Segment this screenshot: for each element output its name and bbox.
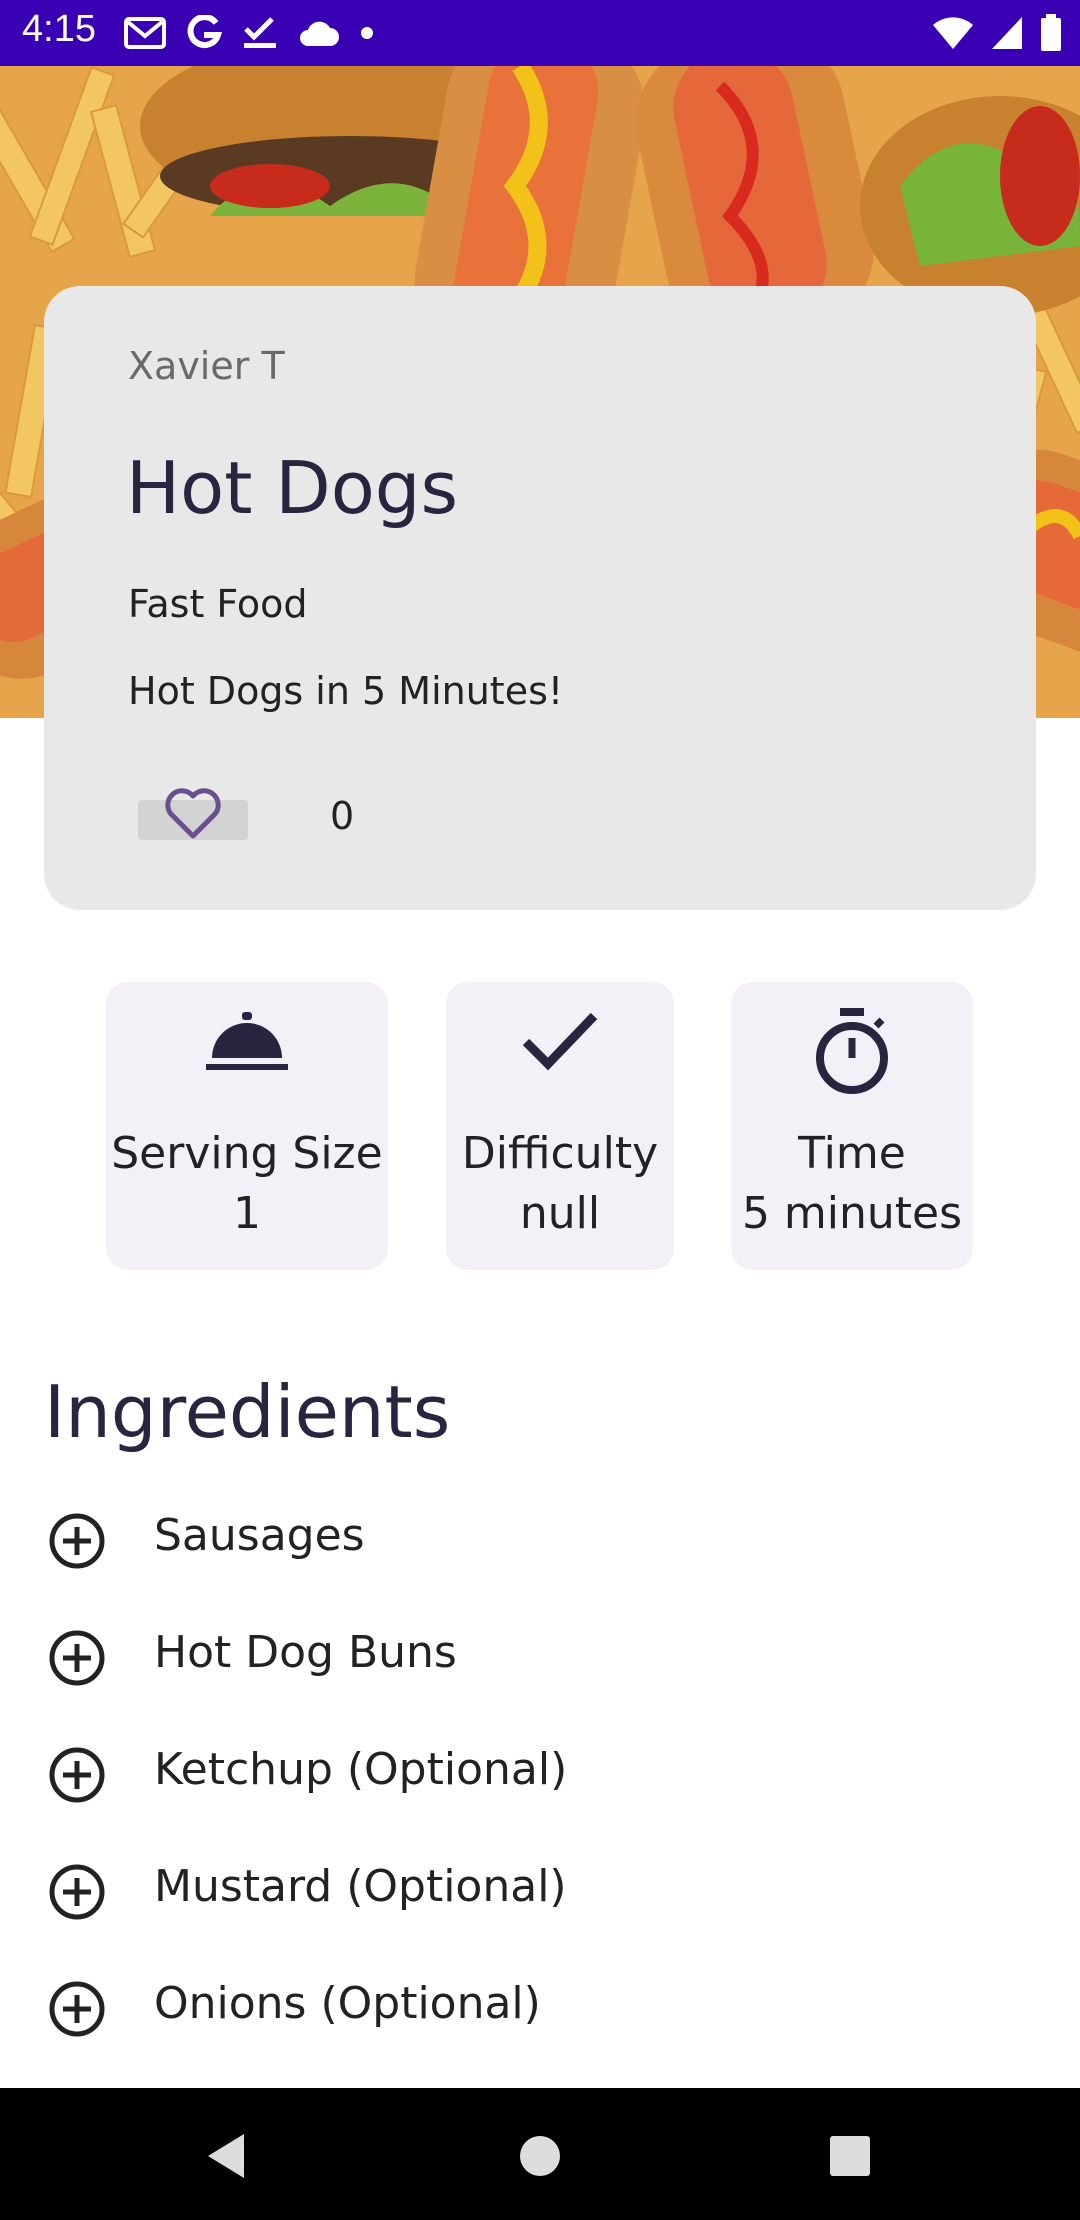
system-navigation-bar	[0, 2088, 1080, 2220]
ingredient-item[interactable]: Onions (Optional)	[44, 1970, 1024, 2050]
status-time: 4:15	[22, 8, 96, 50]
ingredient-label: Sausages	[154, 1510, 365, 1561]
add-circle-icon[interactable]	[48, 1746, 106, 1804]
ingredient-label: Mustard (Optional)	[154, 1861, 567, 1912]
signal-icon	[992, 17, 1022, 49]
stopwatch-icon	[816, 1008, 888, 1094]
recipe-title: Hot Dogs	[126, 446, 459, 530]
ingredient-label: Onions (Optional)	[154, 1978, 541, 2029]
serving-size-label: Serving Size	[111, 1128, 383, 1179]
home-icon[interactable]	[518, 2134, 562, 2178]
heart-icon	[165, 788, 221, 839]
dot-icon	[361, 27, 373, 39]
notification-icons	[124, 14, 374, 52]
add-circle-icon[interactable]	[48, 1512, 106, 1570]
system-icons	[932, 12, 1062, 54]
recipe-author: Xavier T	[128, 344, 285, 388]
ingredient-item[interactable]: Mustard (Optional)	[44, 1853, 1024, 1933]
ingredient-item[interactable]: Sausages	[44, 1502, 1024, 1582]
ingredient-item[interactable]: Hot Dog Buns	[44, 1619, 1024, 1699]
cloud-icon	[300, 21, 339, 46]
ingredient-label: Ketchup (Optional)	[154, 1744, 568, 1795]
like-button[interactable]	[138, 788, 248, 840]
ingredients-heading: Ingredients	[44, 1370, 451, 1454]
google-icon	[187, 15, 222, 49]
gmail-icon	[124, 17, 166, 49]
recipe-category: Fast Food	[128, 582, 308, 626]
difficulty-tile: Difficulty null	[446, 982, 674, 1270]
wifi-icon	[933, 17, 973, 49]
time-label: Time	[798, 1128, 906, 1179]
difficulty-value: null	[519, 1188, 601, 1239]
time-value: 5 minutes	[741, 1188, 963, 1239]
like-count: 0	[330, 794, 355, 838]
difficulty-label: Difficulty	[461, 1128, 659, 1179]
add-circle-icon[interactable]	[48, 1863, 106, 1921]
task-check-icon	[244, 17, 276, 48]
battery-icon	[1041, 14, 1061, 51]
add-circle-icon[interactable]	[48, 1629, 106, 1687]
recipe-info-card: Xavier T Hot Dogs Fast Food Hot Dogs in …	[44, 286, 1036, 910]
ingredient-item[interactable]: Ketchup (Optional)	[44, 1736, 1024, 1816]
add-circle-icon[interactable]	[48, 1980, 106, 2038]
ingredient-label: Hot Dog Buns	[154, 1627, 457, 1678]
recents-icon[interactable]	[828, 2134, 872, 2178]
recipe-description: Hot Dogs in 5 Minutes!	[128, 669, 564, 713]
back-icon[interactable]	[204, 2132, 248, 2180]
serving-size-tile: Serving Size 1	[106, 982, 388, 1270]
time-tile: Time 5 minutes	[731, 982, 973, 1270]
status-bar: 4:15	[0, 0, 1080, 66]
cloche-icon	[206, 1012, 288, 1070]
check-icon	[522, 1012, 598, 1071]
serving-size-value: 1	[233, 1188, 261, 1239]
